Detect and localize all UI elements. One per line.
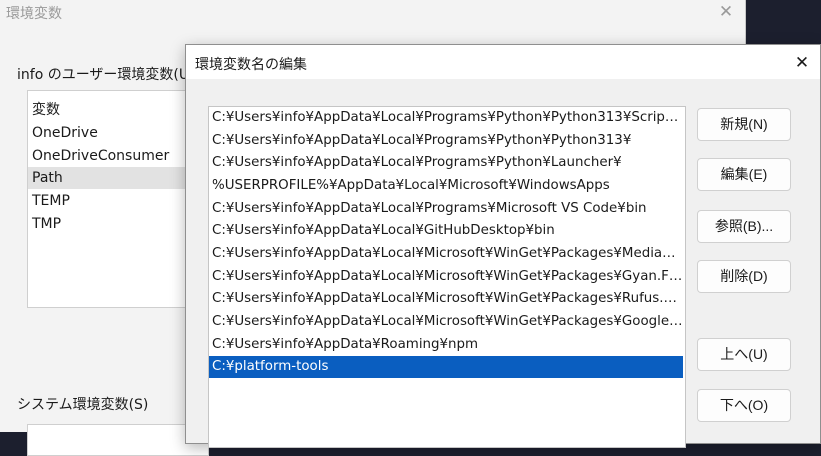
- path-entry[interactable]: C:¥Users¥info¥AppData¥Local¥Microsoft¥Wi…: [209, 266, 683, 288]
- edit-button[interactable]: 編集(E): [697, 158, 791, 191]
- user-variables-list[interactable]: 変数 OneDrive OneDriveConsumer Path TEMP T…: [27, 90, 209, 308]
- move-up-button[interactable]: 上へ(U): [697, 338, 791, 371]
- list-item-selected[interactable]: Path: [28, 167, 208, 189]
- edit-environment-variable-dialog: 環境変数名の編集 ✕ C:¥Users¥info¥AppData¥Local¥P…: [185, 44, 821, 448]
- path-entry[interactable]: C:¥Users¥info¥AppData¥Local¥Programs¥Mic…: [209, 198, 683, 220]
- path-entry[interactable]: C:¥Users¥info¥AppData¥Local¥Microsoft¥Wi…: [209, 288, 683, 310]
- path-entry[interactable]: C:¥Users¥info¥AppData¥Local¥Programs¥Pyt…: [209, 130, 683, 152]
- path-entry[interactable]: C:¥Users¥info¥AppData¥Local¥Microsoft¥Wi…: [209, 243, 683, 265]
- delete-button[interactable]: 削除(D): [697, 260, 791, 293]
- system-variables-label: システム環境変数(S): [17, 397, 149, 413]
- close-icon[interactable]: ✕: [716, 1, 736, 23]
- close-icon[interactable]: ✕: [790, 51, 814, 75]
- path-entries-list[interactable]: C:¥Users¥info¥AppData¥Local¥Programs¥Pyt…: [208, 106, 686, 448]
- path-entry[interactable]: C:¥Users¥info¥AppData¥Roaming¥npm: [209, 334, 683, 356]
- path-entry[interactable]: C:¥Users¥info¥AppData¥Local¥GitHubDeskto…: [209, 220, 683, 242]
- list-item[interactable]: TEMP: [28, 190, 208, 212]
- system-variables-list[interactable]: [27, 424, 209, 456]
- list-item[interactable]: OneDriveConsumer: [28, 145, 208, 167]
- dialog-title: 環境変数名の編集: [195, 57, 307, 73]
- path-entry[interactable]: C:¥Users¥info¥AppData¥Local¥Microsoft¥Wi…: [209, 311, 683, 333]
- dialog-titlebar: 環境変数名の編集 ✕: [186, 45, 820, 79]
- path-entry-selected[interactable]: C:¥platform-tools: [209, 356, 683, 378]
- variable-column-header[interactable]: 変数: [32, 99, 60, 119]
- path-entry[interactable]: C:¥Users¥info¥AppData¥Local¥Programs¥Pyt…: [209, 152, 683, 174]
- list-item[interactable]: TMP: [28, 213, 208, 235]
- list-item[interactable]: OneDrive: [28, 122, 208, 144]
- new-button[interactable]: 新規(N): [697, 108, 791, 141]
- path-entry[interactable]: %USERPROFILE%¥AppData¥Local¥Microsoft¥Wi…: [209, 175, 683, 197]
- path-entry[interactable]: C:¥Users¥info¥AppData¥Local¥Programs¥Pyt…: [209, 107, 683, 129]
- browse-button[interactable]: 参照(B)...: [697, 210, 791, 243]
- user-variables-label: info のユーザー環境変数(U): [17, 67, 195, 83]
- move-down-button[interactable]: 下へ(O): [697, 389, 791, 422]
- window-title: 環境変数: [6, 6, 62, 22]
